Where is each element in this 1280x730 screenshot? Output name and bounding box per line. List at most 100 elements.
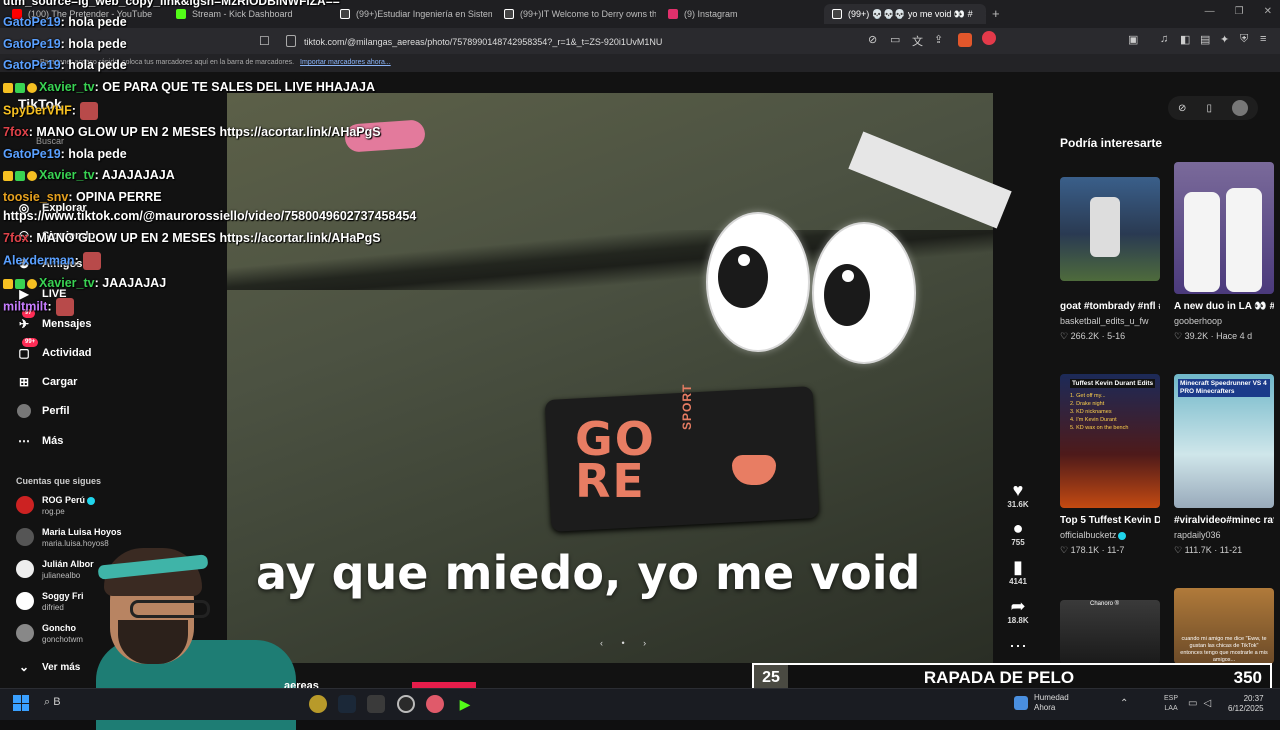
- following-account[interactable]: Goncho gonchotwm: [16, 622, 83, 645]
- translate-icon[interactable]: 文: [912, 33, 923, 49]
- patch-logo: GO RE: [575, 412, 656, 508]
- thumb-line: 2. Drake night: [1070, 401, 1105, 407]
- new-tab-button[interactable]: +: [992, 6, 1000, 21]
- app-icon[interactable]: [309, 695, 327, 713]
- obs-icon[interactable]: [397, 695, 415, 713]
- message-icon: ✈ 97: [16, 309, 35, 332]
- import-bookmarks-link[interactable]: Importar marcadores ahora...: [300, 59, 391, 66]
- avatar[interactable]: [1231, 100, 1248, 116]
- app-icon[interactable]: [367, 695, 385, 713]
- wallet-icon[interactable]: ▤: [1200, 33, 1210, 46]
- leo-icon[interactable]: ✦: [1220, 33, 1229, 46]
- chat-message: Alexderman:: [3, 252, 101, 270]
- taskbar-search[interactable]: ⌕ B: [44, 696, 61, 709]
- goal-target: 350: [1233, 668, 1262, 687]
- bookmarks-bar: Para tener acceso rápido, coloca tus mar…: [0, 54, 1280, 72]
- account-name: Julián Albor: [42, 559, 94, 569]
- rec-card[interactable]: Minecraft Speedrunner VS 4 PRO Minecraft…: [1174, 374, 1274, 558]
- following-account[interactable]: Soggy Fri difried: [16, 590, 84, 613]
- comment-button[interactable]: ● 755: [1003, 518, 1033, 547]
- eye-emoji-left: [706, 212, 810, 352]
- chevron-up-icon[interactable]: ⌃: [1120, 698, 1128, 709]
- bookmark-button[interactable]: ▮ 4141: [1003, 557, 1033, 586]
- steam-icon[interactable]: [338, 695, 356, 713]
- tiktok-icon: [832, 9, 842, 19]
- volume-icon[interactable]: ◁: [1203, 698, 1211, 709]
- more-icon: ⋯: [1009, 636, 1027, 656]
- activity-icon: ▢ 99+: [16, 338, 39, 361]
- account-name: ROG Perú: [42, 495, 86, 505]
- tab-label: (9) Instagram: [684, 9, 738, 19]
- weather-widget[interactable]: Humedad Ahora: [1014, 693, 1069, 713]
- following-account[interactable]: ROG Perú rog.pe: [16, 494, 96, 517]
- nav-perfil[interactable]: Perfil: [16, 403, 70, 419]
- tracking-icon[interactable]: ⊘: [868, 33, 877, 46]
- top-right-controls: ⊘ ▯: [1168, 96, 1258, 120]
- nav-cargar[interactable]: ⊞ Cargar: [16, 374, 78, 390]
- rec-author: basketball_edits_u_fw: [1060, 316, 1149, 326]
- windows-start-icon[interactable]: [13, 695, 29, 711]
- chat-message: 7fox: MANO GLOW UP EN 2 MESES https://ac…: [3, 231, 381, 245]
- sub-badge-icon: [15, 278, 25, 289]
- language-indicator[interactable]: ESP LAA: [1164, 694, 1178, 714]
- rec-thumbnail: Chanoro ®: [1060, 600, 1160, 664]
- taskbar-clock[interactable]: 20:37 6/12/2025: [1228, 694, 1264, 714]
- cast-icon[interactable]: ▭: [890, 33, 900, 46]
- chat-text: :: [47, 299, 52, 314]
- like-count: 31.6K: [1007, 500, 1029, 509]
- tab-study[interactable]: (99+)Estudiar Ingeniería en Sistemas: [332, 4, 492, 24]
- brave-shields-icon[interactable]: [958, 33, 972, 47]
- like-button[interactable]: ♥ 31.6K: [1003, 480, 1033, 509]
- chat-message: SpyDerVHF:: [3, 102, 98, 120]
- rec-card[interactable]: Tuffest Kevin Durant Edits 1. Get off my…: [1060, 374, 1160, 558]
- following-account[interactable]: Maria Luisa Hoyos maria.luisa.hoyos8: [16, 526, 122, 549]
- tab-active-tiktok[interactable]: (99+) 💀💀💀 yo me void 👀 # ✕: [824, 4, 986, 24]
- close-window-icon[interactable]: ✕: [1264, 6, 1272, 17]
- maximize-icon[interactable]: ❐: [1235, 6, 1244, 17]
- see-more-button[interactable]: ⌄ Ver más: [16, 659, 80, 675]
- nav-actividad[interactable]: ▢ 99+ Actividad: [16, 338, 92, 361]
- minimize-icon[interactable]: —: [1205, 6, 1215, 17]
- brave-icon[interactable]: [426, 695, 444, 713]
- heart-icon: ♥: [1012, 480, 1024, 500]
- chat-user: Xavier_tv: [39, 80, 95, 94]
- following-account[interactable]: Julián Albor julianealbo: [16, 558, 94, 581]
- bookmark-icon[interactable]: ☐: [259, 34, 270, 48]
- music-icon[interactable]: ♫: [1160, 33, 1168, 45]
- tab-label: (99+)Estudiar Ingeniería en Sistemas: [356, 9, 492, 19]
- tab-derry[interactable]: (99+)IT Welcome to Derry owns this: [496, 4, 656, 24]
- sub-badge-icon: [15, 82, 25, 93]
- coin-icon[interactable]: ⊘: [1178, 103, 1186, 114]
- crown-icon: [3, 82, 13, 93]
- menu-icon[interactable]: ≡: [1260, 33, 1266, 45]
- play-icon[interactable]: ▶: [456, 695, 474, 713]
- device-icon[interactable]: ▯: [1206, 103, 1212, 114]
- sidebar-icon[interactable]: ◧: [1180, 33, 1190, 46]
- rec-card[interactable]: A new duo in LA 👀 #lukadoncic... gooberh…: [1174, 162, 1274, 344]
- nav-mensajes[interactable]: ✈ 97 Mensajes: [16, 309, 92, 332]
- overlay-url-line: utm_source=ig_web_copy_link&igsh=MzRlODB…: [3, 0, 340, 8]
- chat-user: SpyDerVHF: [3, 103, 72, 118]
- reader-icon[interactable]: ▣: [1128, 33, 1138, 46]
- more-icon: ⋯: [18, 434, 30, 448]
- close-tab-icon[interactable]: ✕: [985, 9, 986, 20]
- rec-card[interactable]: goat #tombrady #nfl #edits #patriots... …: [1060, 177, 1160, 344]
- brave-rewards-icon[interactable]: [982, 31, 996, 45]
- tiktok-icon: [340, 9, 350, 19]
- chevron-down-icon: ⌄: [18, 660, 30, 674]
- rec-card[interactable]: cuando mi amigo me dice "Eww, te gustan …: [1174, 588, 1274, 664]
- share-button[interactable]: ➦ 18.8K: [1003, 596, 1033, 625]
- network-icon[interactable]: ▭: [1188, 698, 1197, 709]
- nav-mas[interactable]: ⋯ Más: [16, 433, 63, 449]
- more-button[interactable]: ⋯: [1003, 636, 1033, 656]
- rec-title: #viralvideo#minec raftbuilding#Min...: [1174, 515, 1274, 526]
- rec-card[interactable]: Chanoro ®: [1060, 600, 1160, 664]
- account-handle: rog.pe: [42, 507, 65, 516]
- carousel-dots[interactable]: ‹ • ›: [600, 638, 654, 648]
- account-name: Goncho: [42, 623, 76, 633]
- chat-user: GatoPe19: [3, 58, 61, 72]
- share-icon[interactable]: ⇪: [934, 33, 943, 46]
- vpn-icon[interactable]: ⛨: [1240, 33, 1248, 46]
- avatar: [16, 592, 34, 610]
- tab-instagram[interactable]: (9) Instagram: [660, 4, 820, 24]
